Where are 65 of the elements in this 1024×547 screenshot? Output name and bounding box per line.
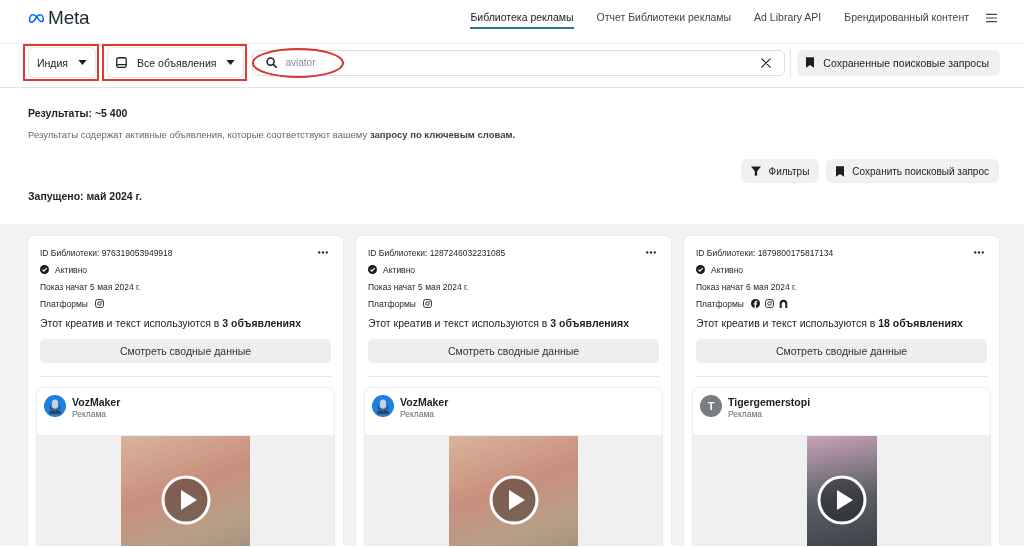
instagram-icon [94,299,104,308]
check-circle-icon [696,265,705,274]
save-search-button[interactable]: Сохранить поисковый запрос [826,159,999,183]
library-id: ID Библиотеки: 976319053949918 [40,247,173,258]
group-heading: Запущено: май 2024 г. [28,190,143,203]
instagram-icon [422,299,432,308]
brand-name: Meta [48,7,90,29]
sponsored-label: Реклама [72,408,108,420]
filter-button[interactable]: Фильтры [740,159,820,183]
summary-button[interactable]: Смотреть сводные данные [40,339,331,363]
start-date: Показ начат 5 мая 2024 г. [40,280,142,294]
caret-icon [78,60,88,65]
check-circle-icon [40,265,49,274]
bookmark-icon [806,57,815,68]
arch-icon [778,299,788,308]
bookmark-icon [836,165,845,177]
play-icon[interactable] [816,475,867,525]
nav-tab[interactable]: Брендированный контент [844,7,969,29]
play-icon[interactable] [488,475,539,525]
nav-tab[interactable]: Отчет Библиотеки рекламы [596,7,732,29]
results-count: Результаты: ~5 400 [28,107,129,120]
status-label: Активно [711,264,744,275]
country-dropdown[interactable]: Индия [28,47,97,78]
more-icon[interactable] [974,251,984,254]
instagram-icon [764,299,774,308]
caret-icon [226,60,236,65]
screen-icon [116,57,128,68]
nav-tab[interactable]: Библиотека рекламы [470,7,574,29]
search-field[interactable]: aviator [252,49,786,76]
sponsored-label: Реклама [728,408,764,420]
avatar-icon [372,395,394,417]
saved-searches-button[interactable]: Сохраненные поисковые запросы [797,49,1000,76]
platforms-label: Платформы [368,298,416,309]
ad-type-dropdown[interactable]: Все объявления [107,47,245,78]
advertiser-name[interactable]: VozMaker [72,396,121,408]
platforms-label: Платформы [40,298,88,309]
clear-icon[interactable] [761,57,772,68]
nav-tab[interactable]: Ad Library API [754,7,822,29]
summary-button[interactable]: Смотреть сводные данные [368,339,659,363]
sponsored-label: Реклама [400,408,436,420]
usage-text: Этот креатив и текст используются в 18 объявлениях [696,316,964,331]
facebook-icon [750,299,760,308]
library-id: ID Библиотеки: 1879800175817134 [696,247,834,258]
letter-avatar: T [700,395,722,417]
search-icon [266,57,278,68]
menu-icon[interactable] [986,13,997,23]
library-id: ID Библиотеки: 1287246032231085 [368,247,506,258]
platforms-label: Платформы [696,298,744,309]
start-date: Показ начат 6 мая 2024 г. [696,280,798,294]
start-date: Показ начат 5 мая 2024 г. [368,280,470,294]
usage-text: Этот креатив и текст используются в 3 объявлениях [40,316,302,331]
status-label: Активно [55,264,88,275]
avatar-icon [44,395,66,417]
usage-text: Этот креатив и текст используются в 3 объявлениях [368,316,630,331]
advertiser-name[interactable]: Tigergemerstopi [728,396,811,408]
logo-icon [28,12,47,24]
filter-icon [750,166,761,176]
status-label: Активно [383,264,416,275]
summary-button[interactable]: Смотреть сводные данные [696,339,987,363]
advertiser-name[interactable]: VozMaker [400,396,449,408]
more-icon[interactable] [646,251,656,254]
results-note: Результаты содержат активные объявления, которые соответствуют вашему запросу по ключевым словам. [28,129,517,141]
more-icon[interactable] [318,251,328,254]
check-circle-icon [368,265,377,274]
play-icon[interactable] [160,475,211,525]
